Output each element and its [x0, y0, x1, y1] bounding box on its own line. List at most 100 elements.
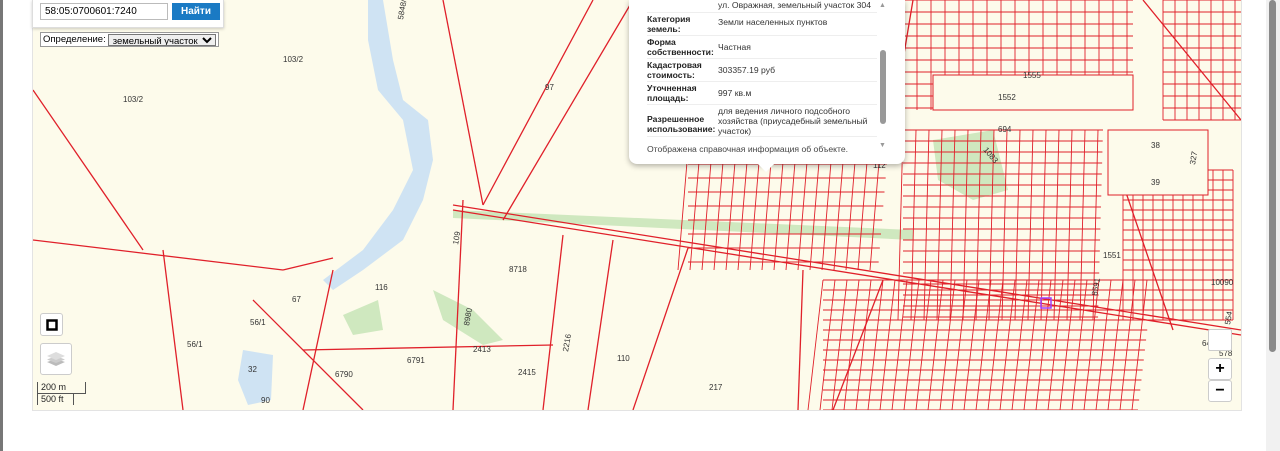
parcel-boundary	[785, 149, 797, 271]
parcel-label: 217	[709, 383, 723, 392]
parcel-boundary	[442, 0, 484, 206]
parcel-boundary	[33, 89, 144, 251]
parcel-label: 2413	[473, 345, 491, 354]
blank-control[interactable]	[1208, 329, 1232, 351]
search-panel: Найти	[32, 0, 224, 28]
parcel-boundary	[1131, 279, 1148, 410]
parcel-label: 694	[998, 125, 1012, 134]
object-info-popup: ул. Овражная, земельный участок 304 Кате…	[629, 0, 905, 172]
search-button[interactable]: Найти	[172, 3, 220, 20]
parcel-boundary	[923, 129, 930, 321]
parcel-boundary	[1107, 279, 1124, 410]
scale-bar: 200 m 500 ft	[37, 382, 86, 405]
parcel-label: 5848/1	[396, 0, 409, 20]
parcel-boundary	[807, 279, 824, 410]
parcel-label: 38	[1151, 141, 1160, 150]
parcel-boundary	[773, 149, 785, 271]
parcel-label: 8718	[509, 265, 527, 274]
parcel-label: 32	[248, 365, 257, 374]
ownership-value: Частная	[718, 42, 751, 52]
parcel-label: 97	[545, 83, 554, 92]
parcel-label: 1551	[1103, 251, 1121, 260]
cadastral-value-key: Кадастровая стоимость:	[647, 60, 702, 80]
area-value: 997 кв.м	[718, 88, 752, 98]
green-area	[343, 300, 383, 335]
land-category-value: Земли населенных пунктов	[718, 17, 828, 27]
area-key: Уточненная площадь:	[647, 83, 697, 103]
parcel-label: 6791	[407, 356, 425, 365]
parcel-label: 6790	[335, 370, 353, 379]
parcel-label: 2415	[518, 368, 536, 377]
parcel-label: 56/1	[250, 318, 266, 327]
window-edge	[0, 0, 3, 451]
parcel-label: 110	[617, 354, 630, 363]
scale-metric: 200 m	[37, 382, 86, 394]
parcel-label: 554	[1223, 310, 1234, 325]
measure-button[interactable]	[40, 313, 63, 336]
parcel-boundary	[910, 129, 917, 321]
parcel-label: 90	[261, 396, 270, 405]
parcel-boundary	[689, 149, 701, 271]
scroll-down-icon[interactable]: ▼	[879, 142, 886, 149]
scroll-up-icon[interactable]: ▲	[879, 2, 886, 9]
parcel-boundary	[987, 279, 1004, 410]
popup-scrollbar[interactable]: ▲ ▼	[879, 0, 889, 150]
popup-footnote: Отображена справочная информация об объе…	[647, 144, 848, 154]
parcel-boundary	[162, 249, 184, 410]
parcel-boundary	[797, 269, 804, 410]
parcel-boundary	[939, 279, 956, 410]
parcel-boundary	[1079, 129, 1086, 321]
parcel-label: 103/2	[123, 95, 144, 104]
parcel-boundary	[302, 269, 334, 410]
parcel-boundary	[1095, 279, 1112, 410]
parcel-label: 116	[375, 283, 388, 292]
parcel-boundary	[482, 0, 594, 206]
parcel-boundary	[587, 239, 614, 410]
layers-icon	[47, 352, 65, 366]
parcel-boundary	[701, 149, 713, 271]
parcel-boundary	[1014, 129, 1021, 321]
ownership-key: Форма собственности:	[647, 37, 714, 57]
parcel-label: 1555	[1023, 71, 1041, 80]
green-area	[933, 130, 1008, 200]
parcel-label: 67	[292, 295, 301, 304]
parcel-boundary	[1040, 129, 1047, 321]
parcel-label: 8591	[1090, 277, 1102, 297]
parcel-boundary	[845, 149, 857, 271]
permitted-use-value: для ведения личного подсобного хозяйства…	[718, 105, 868, 136]
parcel-boundary	[927, 279, 944, 410]
parcel-boundary	[1066, 129, 1073, 321]
measure-icon	[45, 318, 58, 331]
parcel-boundary	[831, 279, 848, 410]
parcel-boundary	[819, 279, 836, 410]
parcel-boundary	[632, 247, 689, 410]
parcel-boundary	[879, 279, 896, 410]
parcel-boundary	[1023, 279, 1040, 410]
parcel-boundary	[33, 239, 284, 271]
parcel-label: 10090	[1211, 278, 1234, 287]
parcel-label: 1552	[998, 93, 1016, 102]
parcel-label: 39	[1151, 178, 1160, 187]
parcel-boundary	[975, 279, 992, 410]
parcel-boundary	[725, 149, 737, 271]
parcel-boundary	[809, 149, 821, 271]
page-scrollbar[interactable]	[1266, 0, 1280, 451]
zoom-out-button[interactable]: −	[1208, 380, 1232, 402]
definition-select[interactable]: земельный участок	[107, 33, 216, 46]
parcel-boundary	[833, 149, 845, 271]
cadastral-number-input[interactable]	[40, 3, 168, 20]
parcel-1552	[932, 74, 1134, 111]
scale-imperial: 500 ft	[37, 394, 74, 405]
parcel-boundary	[1001, 129, 1008, 321]
parcel-boundary	[1035, 279, 1052, 410]
parcel-boundary	[1027, 129, 1034, 321]
parcel-boundary	[857, 149, 869, 271]
layers-button[interactable]	[40, 343, 72, 375]
zoom-in-button[interactable]: +	[1208, 358, 1232, 380]
cadastral-value-value: 303357.19 руб	[718, 65, 776, 75]
parcel-boundary	[843, 279, 860, 410]
definition-label: Определение:	[43, 34, 106, 45]
parcel-boundary	[821, 149, 833, 271]
parcel-boundary	[282, 257, 334, 271]
parcel-boundary	[1053, 129, 1060, 321]
